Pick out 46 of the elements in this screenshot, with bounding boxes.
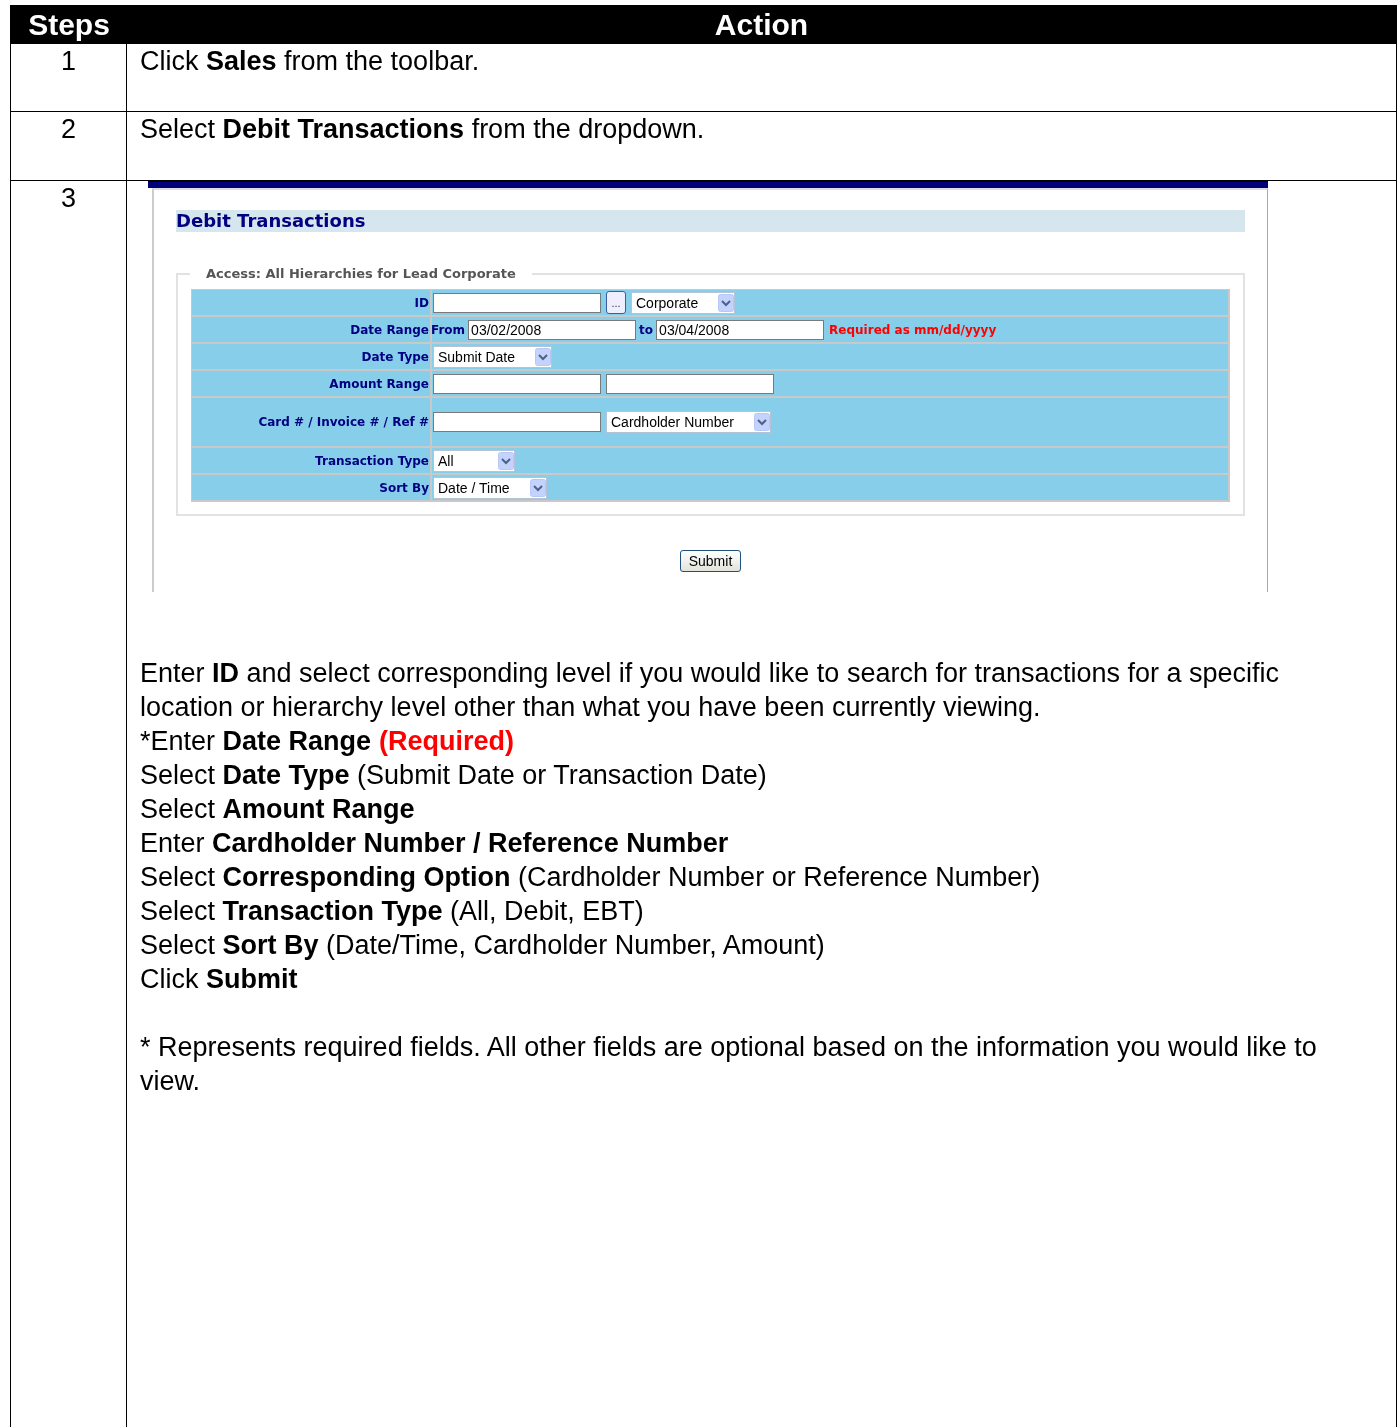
column-header: Steps [27, 6, 111, 43]
field-label: Date Range [350, 321, 429, 339]
step-number: 1 [61, 45, 76, 77]
instruction-text: Enter ID and select corresponding level if you would like to search for transactions for a specific location or hierarchy level other than what you have been currently viewing. [140, 657, 1281, 724]
field-label: Date Type [361, 348, 429, 366]
dropdown[interactable]: Date / Time [433, 476, 547, 499]
input-field[interactable] [606, 373, 774, 394]
submit-button[interactable]: Submit [679, 550, 742, 572]
instruction-text: Select Amount Range [140, 793, 416, 826]
field-label: Transaction Type [315, 452, 429, 470]
field-label: Sort By [379, 479, 429, 497]
dropdown[interactable]: Corporate [631, 291, 736, 314]
dropdown[interactable]: Cardholder Number [606, 411, 771, 433]
instruction-text: *Enter Date Range (Required) [140, 725, 516, 758]
instruction-text: Enter Cardholder Number / Reference Number [140, 827, 730, 860]
instruction-text: Select Debit Transactions from the dropdown. [140, 113, 705, 146]
instruction-text: Select Sort By (Date/Time, Cardholder Number, Amount) [140, 929, 826, 962]
field-label: Amount Range [329, 375, 429, 393]
chevron-down-icon [498, 451, 514, 470]
step-number: 3 [61, 182, 76, 214]
step-number: 2 [61, 113, 76, 145]
chevron-down-icon [529, 478, 546, 497]
dropdown[interactable]: Submit Date [433, 345, 553, 368]
instruction-text: Click Submit [140, 963, 299, 996]
instruction-text: Select Transaction Type (All, Debit, EBT) [140, 895, 645, 928]
page-title: Debit Transactions [176, 210, 1245, 232]
input-field[interactable] [433, 373, 601, 394]
field-label: Card # / Invoice # / Ref # [258, 414, 429, 431]
chevron-down-icon [718, 293, 735, 312]
browse-button[interactable]: ... [606, 291, 626, 314]
field-label: to [639, 321, 654, 339]
field-label: From [431, 321, 466, 339]
footnote-text: * Represents required fields. All other fields are optional based on the information you would like to view. [140, 1031, 1318, 1098]
input-field[interactable]: 03/04/2008 [656, 319, 825, 340]
input-field[interactable]: 03/02/2008 [468, 319, 637, 340]
column-header: Action [713, 6, 810, 43]
validation-hint: Required as mm/dd/yyyy [829, 321, 997, 339]
instruction-text: Select Date Type (Submit Date or Transaction Date) [140, 759, 768, 792]
instruction-text: Click Sales from the toolbar. [140, 45, 480, 78]
dropdown[interactable]: All [433, 449, 515, 472]
chevron-down-icon [535, 347, 552, 366]
input-field[interactable] [433, 412, 601, 432]
input-field[interactable] [433, 292, 601, 313]
instruction-text: Select Corresponding Option (Cardholder Number or Reference Number) [140, 861, 1042, 894]
field-label: ID [414, 294, 429, 312]
chevron-down-icon [753, 413, 770, 431]
